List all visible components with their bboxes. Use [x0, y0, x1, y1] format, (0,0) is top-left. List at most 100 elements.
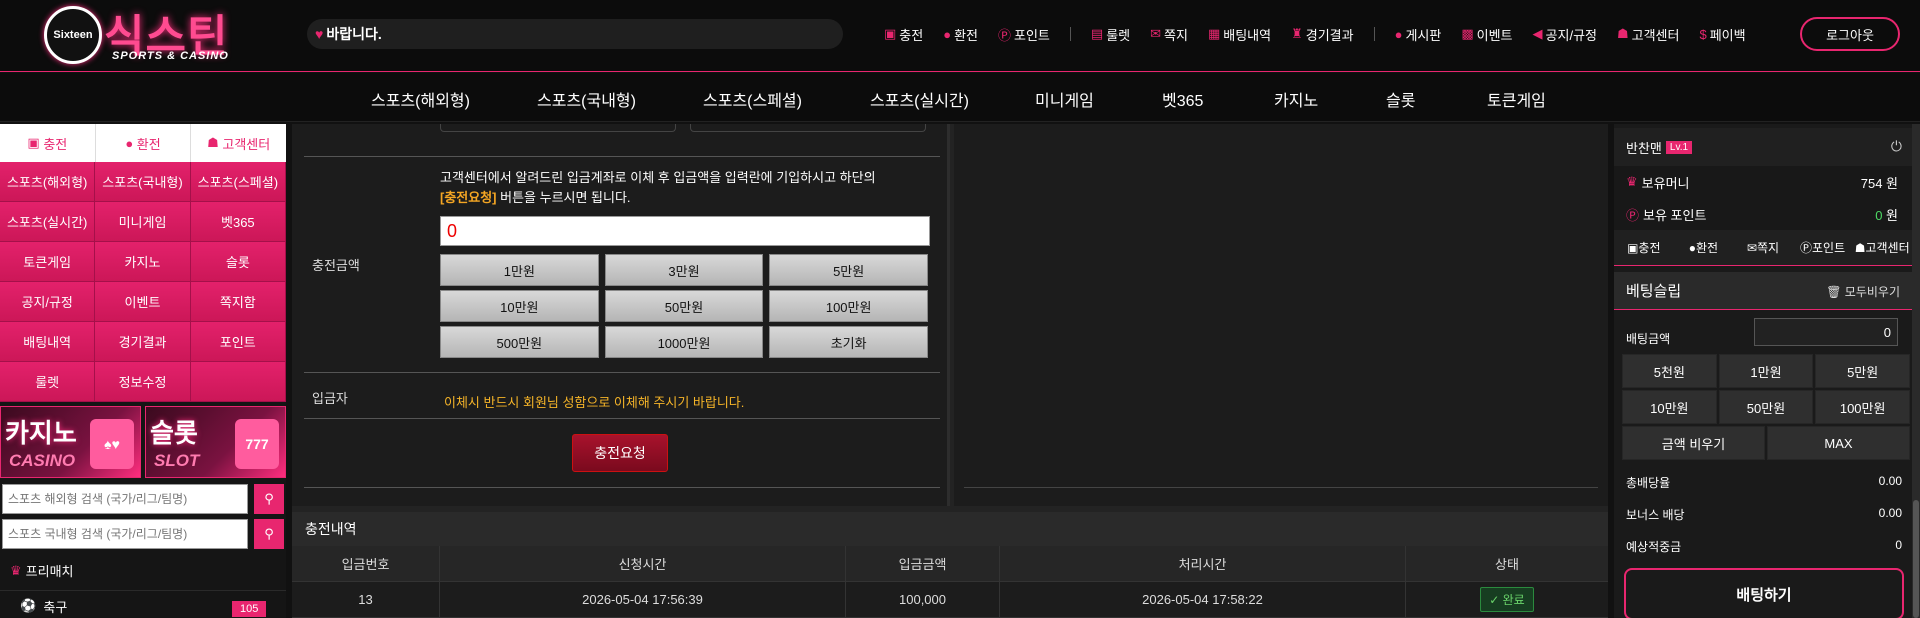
quick-amount-button[interactable]: 500만원 [440, 326, 599, 358]
user-panel: 반찬맨 Lv.1 ⏻ [1614, 128, 1912, 166]
exchange-icon: ● [1688, 241, 1696, 255]
main-content: 충전금액 고객센터에서 알려드린 입금계좌로 이체 후 입금액을 입력란에 기입… [292, 124, 1608, 618]
sidebar-item[interactable]: 미니게임 [95, 202, 191, 242]
notice-text: 바랍니다. [326, 26, 382, 42]
slot-banner[interactable]: 슬롯 SLOT 777 [145, 406, 286, 478]
quick-amount-button[interactable]: 10만원 [440, 290, 599, 322]
sport-item-soccer[interactable]: ⚽ 축구 105 [0, 591, 286, 618]
topnav-charge[interactable]: ▣ 충전 [884, 25, 923, 44]
bet-amount-button[interactable]: 10만원 [1622, 390, 1717, 424]
logout-button[interactable]: 로그아웃 [1800, 17, 1900, 51]
quick-mail[interactable]: ✉쪽지 [1733, 239, 1793, 256]
casino-banner[interactable]: 카지노 CASINO ♠♥ [0, 406, 141, 478]
tab-charge[interactable]: ▣ 충전 [0, 124, 96, 162]
quick-amount-button[interactable]: 3만원 [604, 254, 764, 286]
banner-subtitle: SLOT [154, 451, 200, 470]
column-header: 입금금액 [846, 546, 1000, 581]
quick-amount-button[interactable]: 50만원 [604, 290, 764, 322]
mainnav-item[interactable]: 토큰게임 [1487, 87, 1546, 111]
gift-icon: ▩ [1461, 26, 1474, 41]
topnav-exchange[interactable]: ● 환전 [943, 25, 978, 44]
topnav-payback[interactable]: $ 페이백 [1699, 25, 1745, 44]
topnav-label: 환전 [954, 27, 978, 43]
mainnav-item[interactable]: 스포츠(스페셜) [703, 87, 802, 111]
banner-title: 카지노 [5, 418, 77, 448]
tab-exchange[interactable]: ● 환전 [96, 124, 192, 162]
topnav-bet-history[interactable]: ▦ 배팅내역 [1208, 25, 1271, 44]
sidebar-tabs: ▣ 충전 ● 환전 ☗ 고객센터 [0, 124, 286, 162]
quick-charge[interactable]: ▣충전 [1614, 239, 1674, 256]
topnav-results[interactable]: ♜ 경기결과 [1291, 25, 1354, 44]
bet-slip-header: 베팅슬립 🗑 모두비우기 [1614, 272, 1912, 310]
search-overseas-input[interactable] [2, 484, 248, 514]
sidebar-item[interactable]: 배팅내역 [0, 322, 96, 362]
mainnav-item[interactable]: 벳365 [1162, 87, 1203, 111]
topnav-roulette[interactable]: ▤ 룰렛 [1091, 25, 1130, 44]
sidebar-item[interactable]: 슬롯 [190, 242, 286, 282]
bet-amount-input[interactable] [1754, 318, 1898, 346]
sidebar-item[interactable]: 경기결과 [95, 322, 191, 362]
quick-amount-button[interactable]: 1000만원 [604, 326, 764, 358]
quick-exchange[interactable]: ●환전 [1674, 239, 1734, 256]
sidebar-item[interactable]: 이벤트 [95, 282, 191, 322]
quick-point[interactable]: Ⓟ포인트 [1793, 239, 1853, 256]
sidebar-item[interactable]: 스포츠(해외형) [0, 162, 96, 202]
sidebar-item[interactable]: 스포츠(실시간) [0, 202, 96, 242]
quick-amount-button[interactable]: 1만원 [440, 254, 599, 286]
quick-support[interactable]: ☗고객센터 [1852, 239, 1912, 256]
sidebar-item[interactable]: 포인트 [190, 322, 286, 362]
mainnav-item[interactable]: 스포츠(국내형) [537, 87, 636, 111]
mainnav-item[interactable]: 스포츠(해외형) [371, 87, 470, 111]
sidebar-item[interactable]: 토큰게임 [0, 242, 96, 282]
max-button[interactable]: MAX [1767, 426, 1910, 460]
place-bet-button[interactable]: 배팅하기 [1624, 568, 1904, 618]
mainnav-item[interactable]: 스포츠(실시간) [870, 87, 969, 111]
money-value: 754 원 [1860, 175, 1898, 191]
clear-all-button[interactable]: 🗑 모두비우기 [1826, 283, 1900, 300]
topnav-board[interactable]: ● 게시판 [1395, 25, 1442, 44]
topnav-point[interactable]: Ⓟ 포인트 [998, 25, 1050, 44]
money-label: 보유머니 [1641, 175, 1690, 191]
power-icon[interactable]: ⏻ [1891, 138, 1902, 155]
bet-amount-button[interactable]: 100만원 [1815, 390, 1910, 424]
site-logo[interactable]: Sixteen 식스틴 SPORTS & CASINO [44, 4, 254, 66]
topnav-support[interactable]: ☗ 고객센터 [1617, 25, 1680, 44]
bet-amount-button[interactable]: 5만원 [1815, 354, 1910, 388]
quick-amount-button[interactable]: 100만원 [769, 290, 928, 322]
bet-amount-label: 배팅금액 [1626, 332, 1671, 346]
quick-amount-button[interactable]: 5만원 [769, 254, 928, 286]
clear-amount-button[interactable]: 금액 비우기 [1622, 426, 1765, 460]
sidebar-item[interactable]: 룰렛 [0, 362, 96, 402]
exchange-icon: ● [125, 135, 137, 151]
search-button[interactable]: ⚲ [254, 484, 284, 514]
sidebar-item[interactable]: 정보수정 [95, 362, 191, 402]
tab-label: 환전 [136, 136, 161, 152]
bet-amount-button[interactable]: 1만원 [1718, 354, 1814, 388]
topnav-notice[interactable]: ◀ 공지/규정 [1533, 25, 1597, 44]
topnav-mail[interactable]: ✉ 쪽지 [1150, 25, 1188, 44]
bet-amount-button[interactable]: 5천원 [1622, 354, 1717, 388]
sidebar-item[interactable]: 스포츠(국내형) [95, 162, 191, 202]
table-row: 13 2026-05-04 17:56:39 100,000 2026-05-0… [292, 582, 1608, 618]
cell-status: ✓ 완료 [1406, 582, 1608, 617]
sidebar-item[interactable]: 카지노 [95, 242, 191, 282]
sidebar-item[interactable]: 벳365 [190, 202, 286, 242]
mainnav-item[interactable]: 미니게임 [1035, 87, 1094, 111]
scrollbar-thumb[interactable] [1913, 500, 1919, 618]
bet-amount-button[interactable]: 50만원 [1718, 390, 1814, 424]
form-divider [304, 487, 940, 488]
search-domestic-input[interactable] [2, 519, 248, 549]
reset-amount-button[interactable]: 초기화 [769, 326, 928, 358]
sidebar-item[interactable]: 스포츠(스페셜) [190, 162, 286, 202]
sidebar-item[interactable]: 쪽지함 [190, 282, 286, 322]
topnav-event[interactable]: ▩ 이벤트 [1461, 25, 1512, 44]
tab-support[interactable]: ☗ 고객센터 [191, 124, 286, 162]
mainnav-item[interactable]: 슬롯 [1386, 87, 1415, 111]
charge-amount-input[interactable] [440, 216, 930, 246]
prematch-header[interactable]: ♛ 프리매치 [0, 551, 286, 591]
charge-request-button[interactable]: 충전요청 [572, 434, 668, 472]
search-button[interactable]: ⚲ [254, 519, 284, 549]
form-top-field [690, 124, 926, 132]
mainnav-item[interactable]: 카지노 [1274, 87, 1318, 111]
sidebar-item[interactable]: 공지/규정 [0, 282, 96, 322]
